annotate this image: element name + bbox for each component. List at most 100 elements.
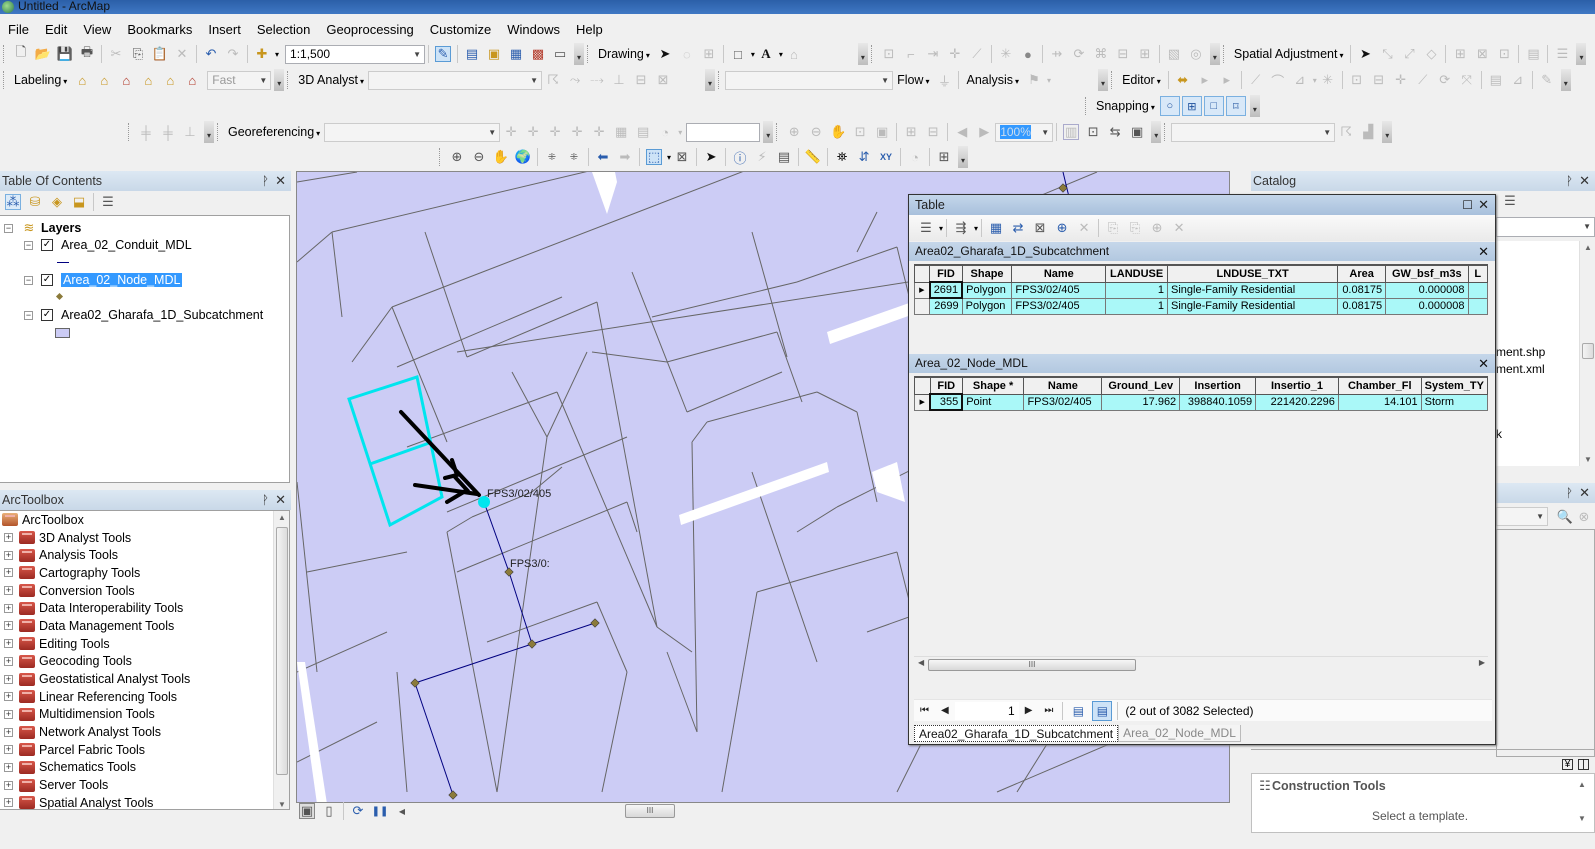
arctoolbox-icon[interactable]: ▩ <box>530 46 546 62</box>
select-by-attributes-icon[interactable]: ▦ <box>988 220 1004 236</box>
focus-frame-icon[interactable]: ⊡ <box>1085 124 1101 140</box>
shift-icon[interactable]: ✛ <box>547 124 563 140</box>
open-folder-icon[interactable]: 📂 <box>35 46 51 62</box>
drawing-menu[interactable]: Drawing ▾ <box>594 47 654 61</box>
hyperlink-icon[interactable]: ⚡ <box>754 149 770 165</box>
scroll-left-icon[interactable]: ◀ <box>394 803 410 819</box>
paste-selected-icon[interactable]: ⎘ <box>1127 220 1143 236</box>
menu-customize[interactable]: Customize <box>422 22 499 37</box>
list-by-selection-icon[interactable]: ⬓ <box>71 194 87 210</box>
close-icon[interactable]: ✕ <box>1579 171 1590 191</box>
catalog-scrollbar[interactable]: ▲ ▼ <box>1579 241 1595 466</box>
expand-icon[interactable]: + <box>4 568 13 578</box>
close-icon[interactable]: ✕ <box>275 171 286 191</box>
snapping-menu[interactable]: Snapping ▾ <box>1092 99 1159 113</box>
edgematch-icon[interactable]: ⊡ <box>1496 46 1512 62</box>
collapse-icon[interactable]: − <box>24 275 33 285</box>
scale-icon[interactable]: ⤧ <box>1459 72 1475 88</box>
layout-forward-icon[interactable]: ▶ <box>976 124 992 140</box>
sketch-properties-icon[interactable]: ⊿ <box>1510 72 1526 88</box>
vertex-snapping-icon[interactable]: □ <box>1203 96 1224 116</box>
fixed-zoom-in-icon[interactable]: ⁜ <box>544 149 560 165</box>
back-extent-icon[interactable]: ⬅ <box>595 149 611 165</box>
expand-icon[interactable]: + <box>4 603 13 613</box>
transform-icon[interactable]: ▤ <box>635 124 651 140</box>
toc-layer-node[interactable]: − ✓ Area_02_Node_MDL <box>24 273 183 287</box>
catalog-options-icon[interactable]: ☰ <box>1502 193 1518 209</box>
toolbar-options[interactable]: ▾ <box>1209 43 1220 65</box>
rotate-georef-icon[interactable]: ✛ <box>525 124 541 140</box>
cell-insertio-1[interactable]: 221420.2296 <box>1255 393 1339 411</box>
rotate-icon[interactable]: ◌ <box>679 46 695 62</box>
forward-extent-icon[interactable]: ➡ <box>617 149 633 165</box>
copy-icon[interactable]: ⎘ <box>130 46 146 62</box>
zoom-to-elements-icon[interactable]: ⊞ <box>701 46 717 62</box>
identify-icon[interactable]: ⓘ <box>732 149 748 166</box>
attributes-icon[interactable]: ▤ <box>1488 72 1504 88</box>
options-icon[interactable]: ☰ <box>100 194 116 210</box>
smooth-icon[interactable]: ◎ <box>1188 46 1204 62</box>
expand-icon[interactable]: + <box>4 533 13 543</box>
layout-zoom-in-icon[interactable]: ⊕ <box>786 124 802 140</box>
trim-icon[interactable]: ⟋ <box>969 46 985 62</box>
scroll-left-icon[interactable]: ◀ <box>918 658 924 667</box>
end-snapping-icon[interactable]: ⊞ <box>1181 96 1202 116</box>
html-popup-icon[interactable]: ▤ <box>776 149 792 165</box>
previous-record-icon[interactable]: ◀ <box>941 705 949 716</box>
toolbox-item[interactable]: + Geocoding Tools <box>0 653 289 671</box>
time-slider-icon[interactable]: ◔ <box>907 149 923 165</box>
layout-back-icon[interactable]: ◀ <box>954 124 970 140</box>
toolbox-scrollbar[interactable]: ▲ ▼ <box>273 511 289 809</box>
redo-icon[interactable]: ↷ <box>225 46 241 62</box>
column-header[interactable]: Ground_Lev <box>1101 376 1181 395</box>
menu-file[interactable]: File <box>0 22 37 37</box>
expand-icon[interactable]: + <box>4 550 13 560</box>
pane-layout-icon[interactable]: | <box>1578 759 1589 770</box>
map-scale-combo[interactable]: 1:1,500 ▼ <box>285 44 426 64</box>
toolbox-item[interactable]: + Analysis Tools <box>0 546 289 564</box>
toolbox-item[interactable]: + Conversion Tools <box>0 582 289 600</box>
pin-icon[interactable]: ᚹ <box>1566 171 1573 191</box>
cell-area[interactable]: 0.08175 <box>1337 297 1387 315</box>
cut-icon[interactable]: ✂ <box>108 46 124 62</box>
row-selector[interactable]: ▶ <box>913 281 931 299</box>
select-elements-3-icon[interactable]: ➤ <box>703 149 719 165</box>
interpolate-icon[interactable]: ⊟ <box>633 72 649 88</box>
row-selector[interactable] <box>913 297 931 315</box>
analysis-menu[interactable]: Analysis ▾ <box>962 73 1023 87</box>
menu-geoprocessing[interactable]: Geoprocessing <box>318 22 421 37</box>
collapse-icon[interactable]: − <box>4 223 13 233</box>
column-header[interactable]: Insertio_1 <box>1255 376 1339 395</box>
editor-menu[interactable]: Editor ▾ <box>1118 73 1165 87</box>
tree-root-layers[interactable]: − ≋ Layers <box>4 220 81 236</box>
change-layout-icon[interactable]: ⇆ <box>1107 124 1123 140</box>
toolbar-options[interactable]: ▾ <box>705 69 716 91</box>
clear-selection-icon[interactable]: ⊠ <box>674 149 690 165</box>
label-weight-icon[interactable]: ⌂ <box>118 72 134 88</box>
text-icon[interactable]: A <box>758 46 774 62</box>
find-route-icon[interactable]: ⇵ <box>856 149 872 165</box>
rubbersheet-icon[interactable]: ⊠ <box>1474 46 1490 62</box>
list-by-source-icon[interactable]: ⛁ <box>27 194 43 210</box>
advanced-edit-1-icon[interactable]: ⇸ <box>1049 46 1065 62</box>
histogram-icon[interactable]: ▟ <box>1360 124 1376 140</box>
point-snapping-icon[interactable]: ○ <box>1159 96 1180 116</box>
toggle-draft-icon[interactable]: ▥ <box>1063 124 1080 140</box>
collapse-icon[interactable]: − <box>24 310 33 320</box>
steepest-path-icon[interactable]: ⤳ <box>567 72 583 88</box>
zoom-in-icon[interactable]: ⊕ <box>449 149 465 165</box>
toolbar-options[interactable]: ▾ <box>857 43 868 65</box>
split-icon[interactable]: ✛ <box>947 46 963 62</box>
next-record-icon[interactable]: ▶ <box>1025 705 1033 716</box>
python-window-icon[interactable]: ▭ <box>552 46 568 62</box>
clear-search-icon[interactable]: ⊗ <box>1576 509 1592 525</box>
edit-vertices-icon[interactable]: ⌂ <box>786 46 802 62</box>
menu-view[interactable]: View <box>75 22 119 37</box>
column-header[interactable]: LANDUSE <box>1105 264 1169 283</box>
new-document-icon[interactable]: 🗋 <box>13 44 29 62</box>
list-by-drawing-order-icon[interactable]: ⁂ <box>5 194 21 210</box>
close-icon[interactable]: ✕ <box>1478 354 1489 373</box>
layer-visibility-checkbox[interactable]: ✓ <box>41 239 53 251</box>
toc-layer-conduit[interactable]: − ✓ Area_02_Conduit_MDL <box>24 238 192 252</box>
table-horizontal-scrollbar[interactable]: ◀ III ▶ <box>914 656 1488 672</box>
